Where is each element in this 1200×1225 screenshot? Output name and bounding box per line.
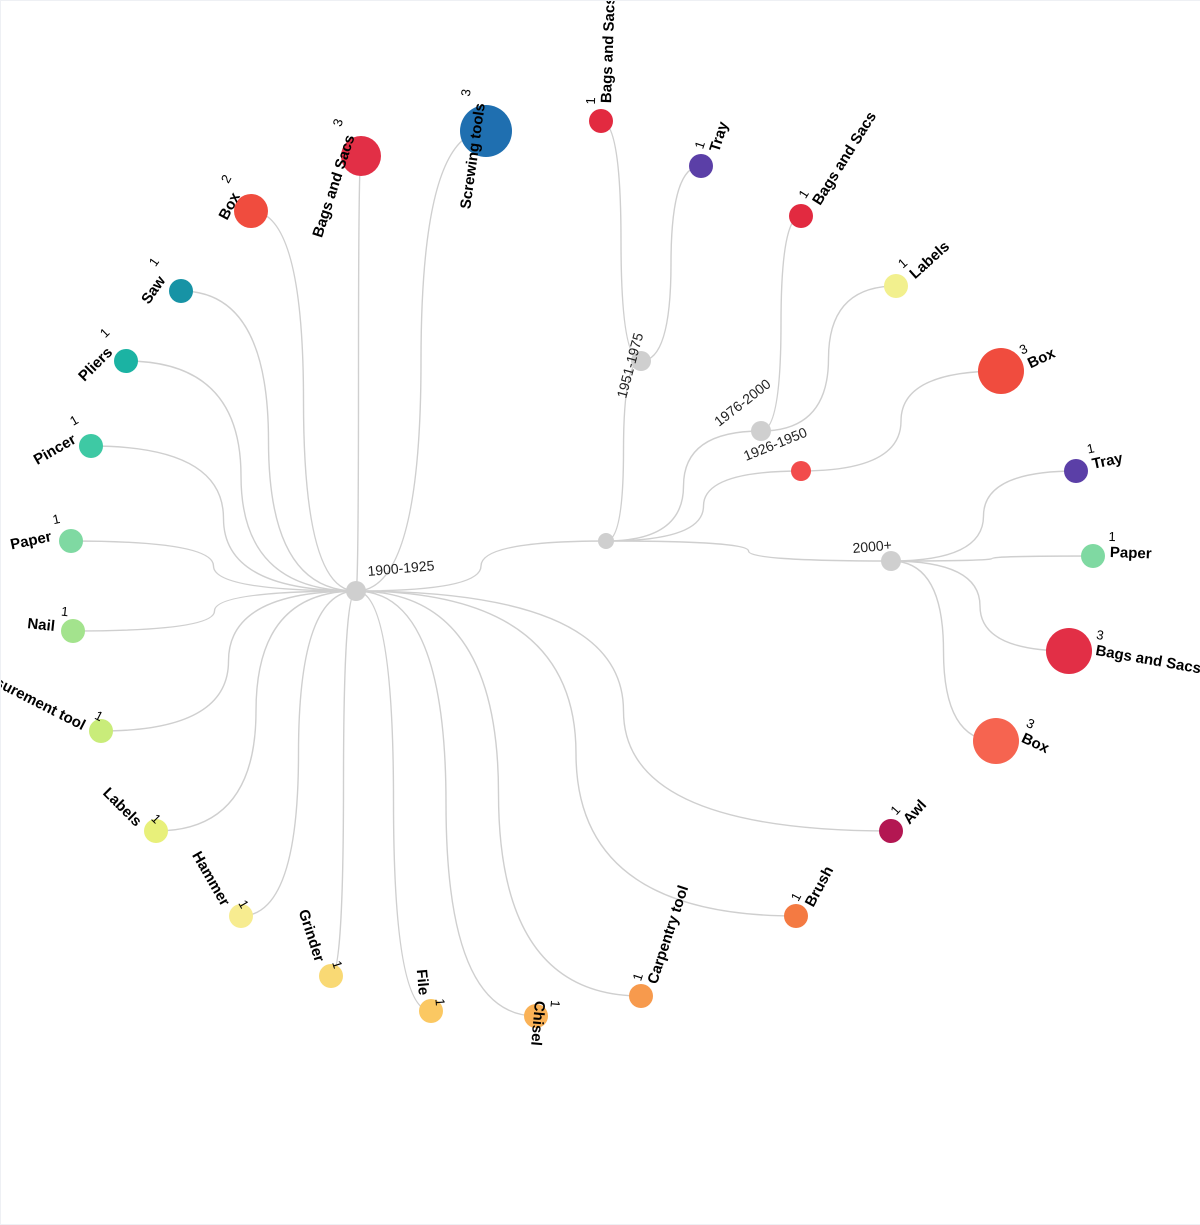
link-root-to-1976-2000 — [606, 431, 761, 541]
leaf-node[interactable] — [169, 279, 193, 303]
leaf-count: 1 — [146, 255, 162, 270]
leaf-node[interactable] — [61, 619, 85, 643]
leaf-count: 3 — [1095, 627, 1105, 643]
leaf-count: 1 — [1085, 440, 1095, 456]
leaf-label: Brush — [802, 863, 837, 909]
leaf-label: Carpentry tool — [644, 883, 692, 986]
leaf-label: Saw — [138, 273, 169, 308]
leaf-label: Paper — [9, 528, 53, 553]
leaf-label: Labels — [99, 784, 145, 830]
leaf-node[interactable] — [884, 274, 908, 298]
leaf-node[interactable] — [59, 529, 83, 553]
leaf-label: Tray — [706, 119, 732, 154]
link — [891, 471, 1076, 561]
leaf-count: 1 — [548, 1000, 564, 1009]
leaf-node[interactable] — [89, 719, 113, 743]
leaf-label: Grinder — [295, 907, 328, 964]
leaf-label: Hammer — [188, 849, 233, 910]
hub-node-1976-2000[interactable] — [751, 421, 771, 441]
leaf-label: Pincer — [31, 431, 79, 469]
leaf-count: 1 — [97, 325, 113, 341]
leaf-label: Measurement tool — [0, 660, 88, 733]
leaf-label: Nail — [27, 615, 56, 635]
link — [101, 591, 356, 731]
leaf-node[interactable] — [978, 348, 1024, 394]
leaf-count: 2 — [218, 172, 235, 185]
link — [356, 591, 641, 996]
leaf-node[interactable] — [1046, 628, 1092, 674]
leaf-label: Box — [1019, 730, 1052, 758]
leaf-node[interactable] — [784, 904, 808, 928]
link — [356, 156, 361, 591]
link — [891, 561, 996, 741]
leaf-node[interactable] — [114, 349, 138, 373]
hub-node-2000+[interactable] — [881, 551, 901, 571]
link — [71, 541, 356, 591]
root-node[interactable] — [598, 533, 614, 549]
hub-label: 1900-1925 — [367, 557, 435, 579]
leaf-count: 1 — [60, 604, 69, 620]
leaf-label: Bags and Sacs — [1094, 642, 1200, 677]
link — [91, 446, 356, 591]
link — [126, 361, 356, 591]
leaf-count: 1 — [1108, 529, 1116, 544]
leaf-node[interactable] — [589, 109, 613, 133]
leaf-label: Labels — [906, 238, 953, 282]
leaf-label: Bags and Sacs — [809, 109, 880, 209]
hub-node-1900-1925[interactable] — [346, 581, 366, 601]
hub-label: 1976-2000 — [711, 375, 774, 429]
link — [73, 591, 356, 631]
leaf-label: File — [413, 969, 432, 996]
leaf-node[interactable] — [973, 718, 1019, 764]
link — [356, 591, 431, 1011]
leaf-label: Pliers — [75, 344, 116, 385]
leaf-label: Paper — [1110, 544, 1152, 562]
link — [891, 556, 1093, 561]
hub-label: 2000+ — [852, 537, 893, 556]
link — [241, 591, 356, 916]
radial-tree-graph: 1900-19251926-19501951-19751976-20002000… — [0, 0, 1200, 1225]
leaf-label: Tray — [1091, 450, 1125, 473]
leaf-label: Bags and Sacs — [598, 0, 619, 103]
leaf-label: Awl — [900, 797, 930, 828]
leaf-node[interactable] — [789, 204, 813, 228]
leaf-label: Bags and Sacs — [309, 133, 358, 240]
leaf-label: Box — [1025, 344, 1058, 372]
link — [601, 121, 641, 361]
leaf-node[interactable] — [879, 819, 903, 843]
leaf-count: 3 — [330, 117, 347, 129]
link — [331, 591, 356, 976]
leaf-count: 1 — [51, 511, 61, 527]
leaf-node[interactable] — [1064, 459, 1088, 483]
leaf-node[interactable] — [689, 154, 713, 178]
leaf-node[interactable] — [629, 984, 653, 1008]
link — [641, 166, 701, 361]
leaf-count: 3 — [458, 88, 474, 97]
link — [891, 561, 1069, 651]
leaf-node[interactable] — [1081, 544, 1105, 568]
link — [156, 591, 356, 831]
link — [801, 371, 1001, 471]
leaf-count: 1 — [432, 998, 448, 1007]
link-root-to-2000+ — [606, 541, 891, 561]
leaf-count: 1 — [583, 97, 598, 105]
link — [181, 291, 356, 591]
link — [761, 216, 801, 431]
link — [356, 591, 891, 831]
leaf-node[interactable] — [79, 434, 103, 458]
leaf-count: 1 — [67, 412, 81, 429]
link — [356, 591, 536, 1016]
link-root-to-1926-1950 — [606, 471, 801, 541]
hub-node-1926-1950[interactable] — [791, 461, 811, 481]
